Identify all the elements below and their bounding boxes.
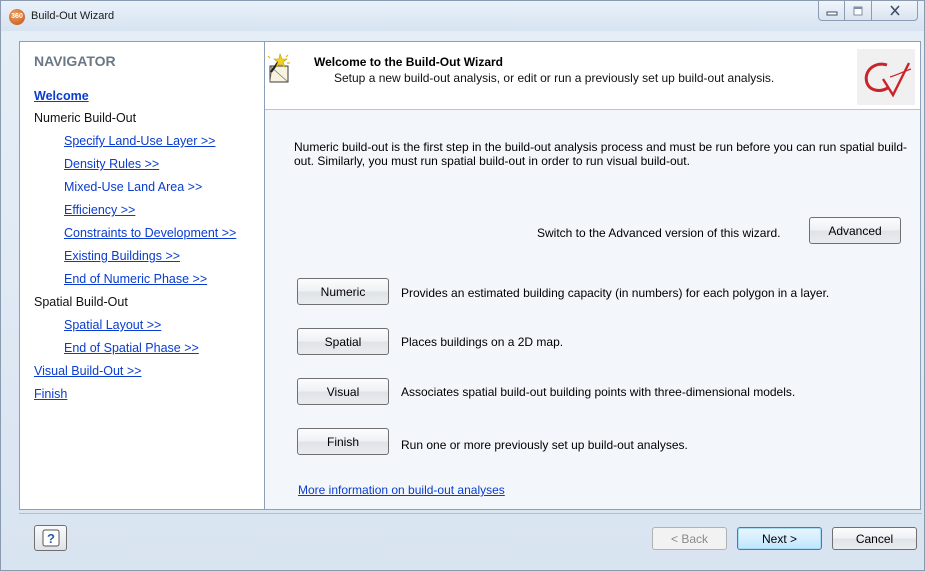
visual-button[interactable]: Visual — [297, 378, 389, 405]
nav-item-visual-build-out[interactable]: Visual Build-Out >> — [34, 364, 141, 378]
visual-description: Associates spatial build-out building po… — [401, 385, 796, 399]
finish-button[interactable]: Finish — [297, 428, 389, 455]
maximize-button[interactable] — [845, 1, 872, 21]
minimize-icon — [826, 11, 837, 15]
nav-item-spatial-layout[interactable]: Spatial Layout >> — [64, 318, 161, 332]
footer-divider — [19, 513, 922, 514]
magic-wand-icon — [267, 52, 290, 83]
cancel-button[interactable]: Cancel — [832, 527, 917, 550]
navigator-panel: NAVIGATOR Welcome Numeric Build-Out Spec… — [19, 41, 264, 510]
back-button[interactable]: < Back — [652, 527, 727, 550]
close-button[interactable] — [872, 1, 918, 21]
advanced-prompt: Switch to the Advanced version of this w… — [537, 226, 781, 240]
build-out-wizard-window: 360 Build-Out Wizard NAVIGATOR Welcome N… — [0, 0, 925, 571]
minimize-button[interactable] — [818, 1, 845, 21]
advanced-button[interactable]: Advanced — [809, 217, 901, 244]
wizard-header: Welcome to the Build-Out Wizard Setup a … — [265, 42, 920, 110]
nav-item-end-of-numeric-phase[interactable]: End of Numeric Phase >> — [64, 272, 207, 286]
nav-item-welcome[interactable]: Welcome — [34, 89, 89, 103]
close-icon — [889, 5, 900, 16]
nav-item-spatial-build-out: Spatial Build-Out — [34, 295, 128, 309]
numeric-button[interactable]: Numeric — [297, 278, 389, 305]
next-button[interactable]: Next > — [737, 527, 822, 550]
nav-item-efficiency[interactable]: Efficiency >> — [64, 203, 135, 217]
nav-item-specify-land-use-layer[interactable]: Specify Land-Use Layer >> — [64, 134, 215, 148]
navigator-title: NAVIGATOR — [34, 53, 116, 69]
build-out-description: Numeric build-out is the first step in t… — [294, 140, 907, 168]
nav-item-numeric-build-out: Numeric Build-Out — [34, 111, 137, 125]
nav-item-mixed-use-land-area[interactable]: Mixed-Use Land Area >> — [64, 180, 202, 194]
finish-description: Run one or more previously set up build-… — [401, 438, 688, 452]
maximize-icon — [853, 6, 863, 15]
title-bar[interactable]: 360 Build-Out Wizard — [1, 1, 924, 31]
help-button[interactable]: ? — [34, 525, 67, 551]
svg-text:?: ? — [47, 531, 55, 546]
window-controls — [818, 1, 918, 23]
numeric-description: Provides an estimated building capacity … — [401, 286, 830, 300]
page-subtitle: Setup a new build-out analysis, or edit … — [334, 71, 775, 85]
nav-item-existing-buildings[interactable]: Existing Buildings >> — [64, 249, 180, 263]
wizard-content-panel: Welcome to the Build-Out Wizard Setup a … — [264, 41, 921, 510]
nav-item-density-rules[interactable]: Density Rules >> — [64, 157, 159, 171]
help-icon: ? — [42, 529, 59, 547]
nav-item-end-of-spatial-phase[interactable]: End of Spatial Phase >> — [64, 341, 199, 355]
more-info-link[interactable]: More information on build-out analyses — [298, 483, 505, 497]
spatial-button[interactable]: Spatial — [297, 328, 389, 355]
page-title: Welcome to the Build-Out Wizard — [314, 55, 504, 69]
communityviz-logo — [857, 49, 915, 105]
nav-item-finish[interactable]: Finish — [34, 387, 67, 401]
nav-item-constraints-to-development[interactable]: Constraints to Development >> — [64, 226, 236, 240]
window-title: Build-Out Wizard — [31, 10, 115, 22]
app-logo-icon: 360 — [9, 9, 25, 25]
spatial-description: Places buildings on a 2D map. — [401, 335, 564, 349]
